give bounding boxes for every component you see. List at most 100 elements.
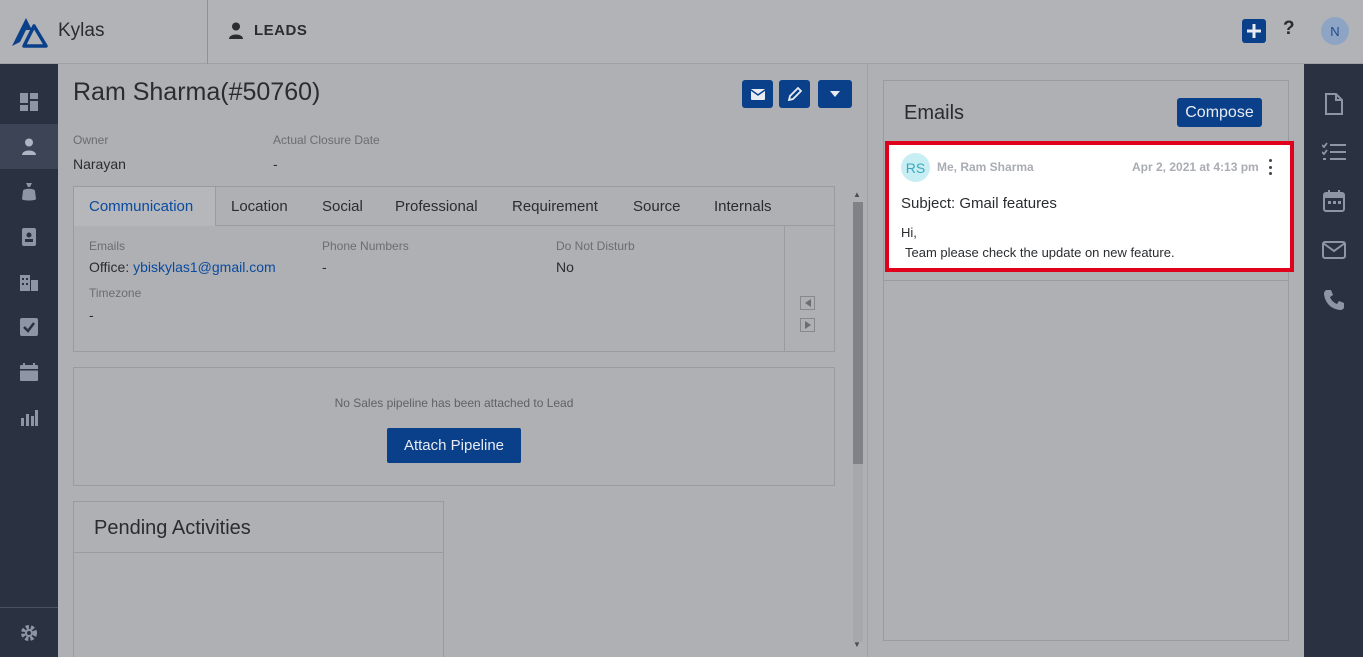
- scroll-left-button[interactable]: [800, 296, 815, 310]
- scroll-up-arrow-icon[interactable]: ▲: [853, 190, 861, 199]
- owner-value: Narayan: [73, 156, 126, 172]
- tab-location[interactable]: Location: [231, 187, 288, 226]
- emails-list-divider: [884, 280, 1288, 281]
- checklist-icon: [1321, 142, 1346, 160]
- nav-tasks[interactable]: [0, 304, 58, 349]
- document-icon: [1324, 93, 1343, 115]
- rnav-tasks[interactable]: [1304, 128, 1363, 176]
- companies-icon: [20, 274, 38, 291]
- tasks-icon: [20, 317, 38, 336]
- email-body-greeting: Hi,: [901, 225, 917, 240]
- rnav-emails[interactable]: [1304, 226, 1363, 274]
- panel-divider: [867, 64, 868, 657]
- nav-leads[interactable]: [0, 124, 58, 169]
- email-more-options-icon[interactable]: [1266, 159, 1274, 175]
- edit-lead-button[interactable]: [779, 80, 810, 108]
- app-logo[interactable]: Kylas: [10, 14, 104, 48]
- attach-pipeline-button[interactable]: Attach Pipeline: [387, 428, 521, 463]
- tab-internals[interactable]: Internals: [714, 187, 772, 226]
- scroll-down-arrow-icon[interactable]: ▼: [853, 640, 861, 649]
- pending-divider: [74, 552, 443, 553]
- email-link[interactable]: ybiskylas1@gmail.com: [133, 259, 276, 275]
- emails-label: Emails: [89, 239, 126, 253]
- lead-title: Ram Sharma(#50760): [73, 78, 321, 106]
- dnd-label: Do Not Disturb: [556, 239, 635, 253]
- tab-social[interactable]: Social: [322, 187, 363, 226]
- reports-icon: [21, 409, 38, 426]
- caret-down-icon: [830, 91, 840, 97]
- tab-professional[interactable]: Professional: [395, 187, 478, 226]
- email-subject: Subject: Gmail features: [901, 195, 1057, 212]
- dnd-value: No: [556, 259, 574, 275]
- quick-add-button[interactable]: [1242, 19, 1266, 43]
- nav-dashboard[interactable]: [0, 79, 58, 124]
- triangle-right-icon: [804, 321, 811, 329]
- user-icon: [229, 22, 243, 39]
- nav-separator: [0, 607, 58, 608]
- email-sender-avatar: RS: [901, 153, 930, 182]
- email-thread-item[interactable]: RS Me, Ram Sharma Apr 2, 2021 at 4:13 pm…: [885, 141, 1294, 272]
- main-scrollbar[interactable]: ▲ ▼: [850, 190, 866, 652]
- plus-icon: [1247, 24, 1261, 38]
- closure-date-value: -: [273, 156, 278, 172]
- pending-activities-card: Pending Activities: [73, 501, 444, 657]
- pipeline-card: No Sales pipeline has been attached to L…: [73, 367, 835, 486]
- left-sidebar: [0, 64, 58, 657]
- tab-source[interactable]: Source: [633, 187, 681, 226]
- module-title: LEADS: [254, 22, 308, 39]
- right-sidebar: [1304, 64, 1363, 657]
- send-email-button[interactable]: [742, 80, 773, 108]
- nav-contacts[interactable]: [0, 214, 58, 259]
- nav-reports[interactable]: [0, 394, 58, 439]
- user-avatar[interactable]: N: [1321, 17, 1349, 45]
- contacts-icon: [22, 227, 36, 246]
- pencil-icon: [787, 87, 802, 101]
- calendar-icon: [20, 362, 38, 381]
- help-button[interactable]: ?: [1283, 18, 1295, 40]
- nav-companies[interactable]: [0, 259, 58, 304]
- top-divider: [207, 0, 208, 64]
- rnav-meetings[interactable]: [1304, 177, 1363, 225]
- nav-settings[interactable]: [0, 610, 58, 655]
- closure-date-label: Actual Closure Date: [273, 133, 380, 147]
- more-actions-dropdown[interactable]: [818, 80, 852, 108]
- pending-activities-title: Pending Activities: [94, 517, 251, 539]
- pipeline-empty-message: No Sales pipeline has been attached to L…: [334, 396, 574, 410]
- email-icon: [1321, 241, 1346, 259]
- email-body-text: Team please check the update on new feat…: [905, 245, 1175, 260]
- email-date: Apr 2, 2021 at 4:13 pm: [1132, 160, 1259, 174]
- kylas-logo-icon: [12, 18, 48, 48]
- leads-icon: [22, 138, 36, 155]
- email-type: Office:: [89, 259, 134, 275]
- tabs-scroll-controls: [784, 226, 834, 351]
- scrollbar-thumb[interactable]: [853, 202, 863, 464]
- deals-icon: [22, 182, 36, 200]
- owner-label: Owner: [73, 133, 109, 147]
- emails-panel-title: Emails: [904, 102, 965, 124]
- top-bar: Kylas LEADS ? N: [0, 0, 1363, 64]
- emails-value: Office: ybiskylas1@gmail.com: [89, 259, 276, 275]
- email-participants: Me, Ram Sharma: [937, 160, 1034, 174]
- nav-calendar[interactable]: [0, 349, 58, 394]
- phone-value: -: [322, 259, 327, 275]
- rnav-calls[interactable]: [1304, 276, 1363, 324]
- timezone-label: Timezone: [89, 286, 142, 300]
- rnav-notes[interactable]: [1304, 80, 1363, 128]
- tab-communication[interactable]: Communication: [74, 187, 216, 226]
- app-name: Kylas: [58, 20, 105, 41]
- tabs-row: Communication Location Social Profession…: [74, 187, 834, 226]
- compose-button[interactable]: Compose: [1177, 98, 1262, 127]
- settings-icon: [21, 624, 37, 641]
- calendar-icon: [1322, 190, 1345, 212]
- dashboard-icon: [20, 92, 38, 111]
- envelope-icon: [750, 88, 765, 100]
- phone-label: Phone Numbers: [322, 239, 409, 253]
- module-breadcrumb: LEADS: [228, 22, 307, 39]
- timezone-value: -: [89, 307, 94, 323]
- triangle-left-icon: [804, 299, 811, 307]
- tab-requirement[interactable]: Requirement: [512, 187, 598, 226]
- nav-deals[interactable]: [0, 169, 58, 214]
- details-tabs-card: Communication Location Social Profession…: [73, 186, 835, 352]
- phone-icon: [1323, 290, 1344, 310]
- scroll-right-button[interactable]: [800, 318, 815, 332]
